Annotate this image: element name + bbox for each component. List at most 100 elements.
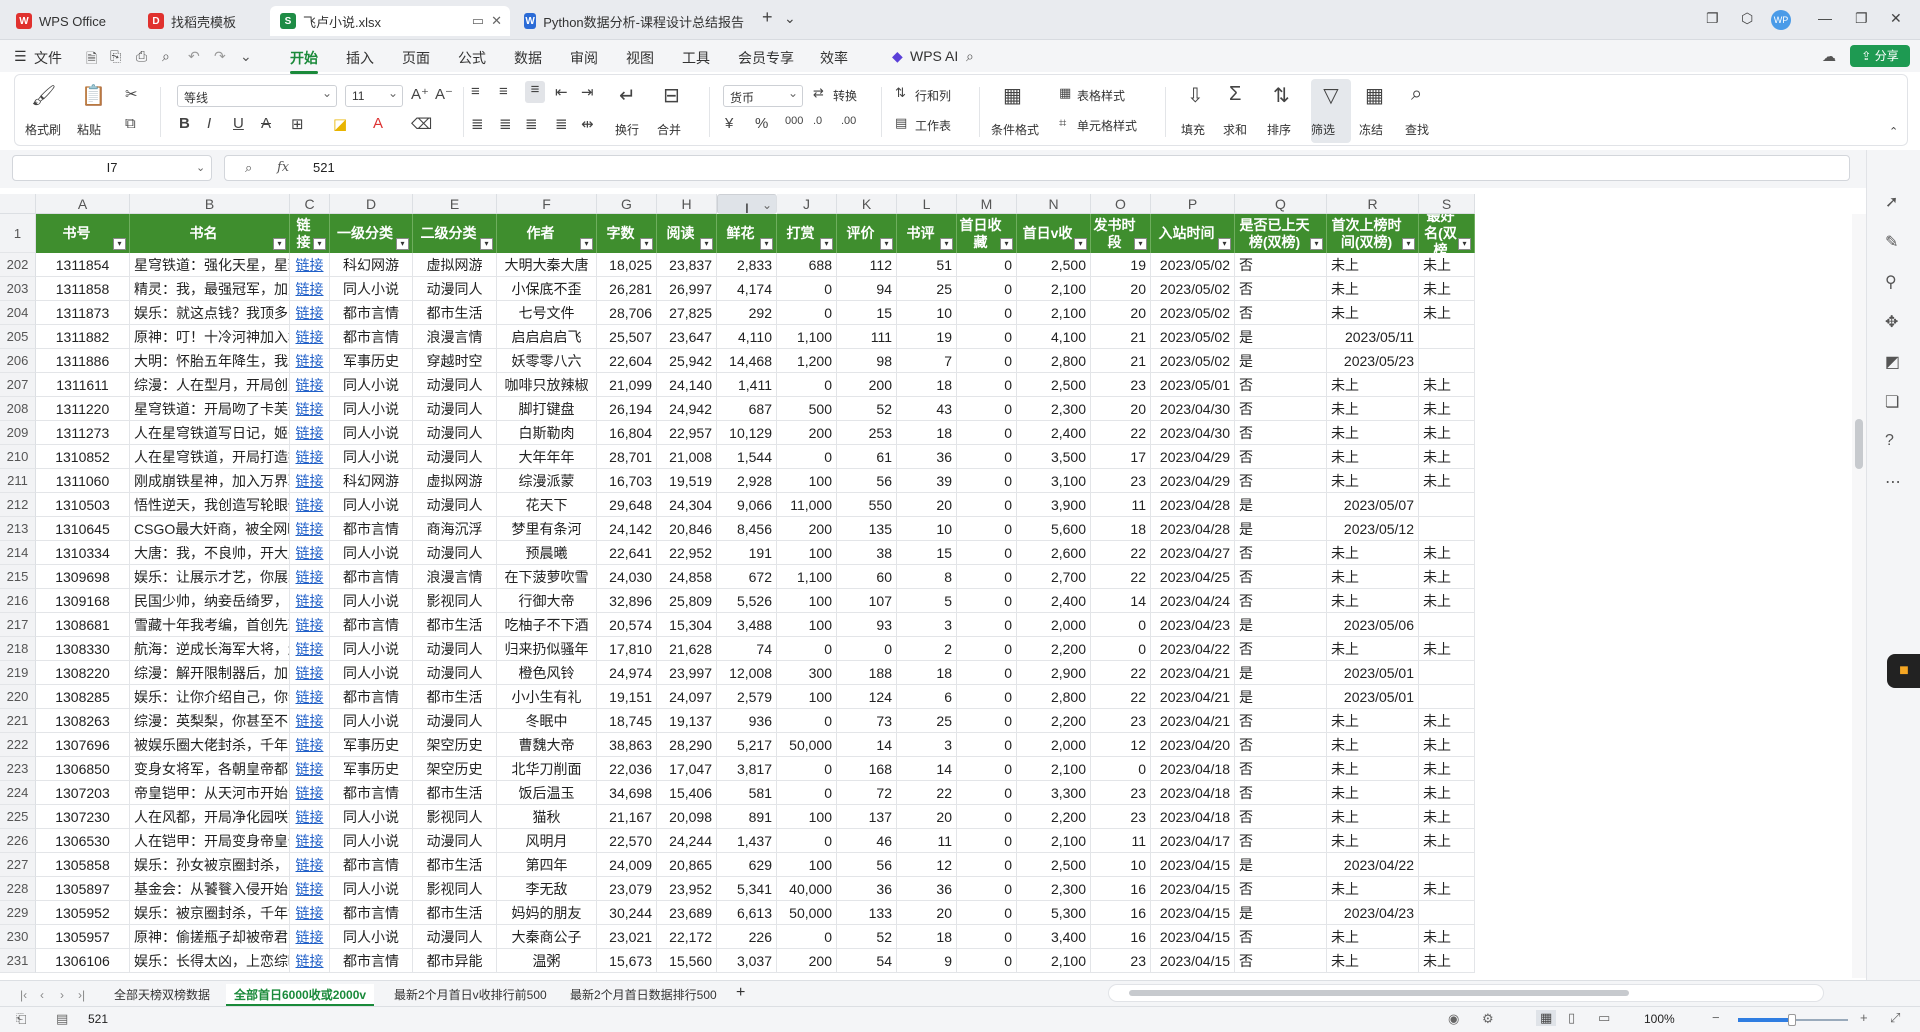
table-cell[interactable]: 34,698 — [597, 781, 657, 805]
sum-icon[interactable]: Σ — [1229, 83, 1241, 106]
format-painter-button[interactable]: 格式刷 — [25, 121, 61, 138]
row-header[interactable]: 227 — [0, 853, 36, 877]
table-cell[interactable]: 白斯勒肉 — [497, 421, 597, 445]
table-cell[interactable]: 23 — [1091, 709, 1151, 733]
table-cell[interactable]: 3,300 — [1017, 781, 1091, 805]
search-icon[interactable]: ⌕ — [966, 48, 974, 65]
table-cell[interactable]: 1308330 — [36, 637, 130, 661]
hamburger-icon[interactable]: ☰ — [14, 48, 27, 65]
table-cell[interactable]: 2023/05/01 — [1327, 661, 1419, 685]
table-cell[interactable]: 悟性逆天，我创造写轮眼修炼法 — [130, 493, 290, 517]
row-header[interactable]: 206 — [0, 349, 36, 373]
hyperlink[interactable]: 链接 — [296, 449, 324, 465]
table-cell[interactable]: 0 — [957, 373, 1017, 397]
column-header-i[interactable]: I — [717, 194, 777, 216]
table-cell[interactable]: 未上 — [1327, 829, 1419, 853]
table-cell[interactable]: 135 — [837, 517, 897, 541]
filter-dropdown-icon[interactable]: ▾ — [820, 238, 833, 250]
table-cell[interactable]: 0 — [957, 349, 1017, 373]
table-cell[interactable]: 否 — [1235, 877, 1327, 901]
table-cell[interactable]: 1311886 — [36, 349, 130, 373]
table-cell[interactable]: 0 — [957, 325, 1017, 349]
menu-view[interactable]: 视图 — [626, 48, 654, 68]
table-cell[interactable]: 影视同人 — [413, 589, 497, 613]
align-right-icon[interactable]: ≣ — [525, 115, 538, 133]
table-cell[interactable]: 1307230 — [36, 805, 130, 829]
table-cell[interactable]: 253 — [837, 421, 897, 445]
hyperlink[interactable]: 链接 — [296, 641, 324, 657]
table-cell[interactable]: 2023/04/25 — [1151, 565, 1235, 589]
table-cell[interactable]: 人在星穹铁道写日记，姬子坏掉了 — [130, 421, 290, 445]
table-style-button[interactable]: 表格样式 — [1077, 87, 1125, 104]
table-cell[interactable]: 5,600 — [1017, 517, 1091, 541]
table-cell[interactable]: 3,900 — [1017, 493, 1091, 517]
table-cell[interactable]: 124 — [837, 685, 897, 709]
table-cell[interactable]: 动漫同人 — [413, 925, 497, 949]
menu-file[interactable]: 文件 — [34, 48, 62, 68]
table-cell[interactable]: 39 — [897, 469, 957, 493]
table-cell[interactable]: 23 — [1091, 469, 1151, 493]
table-cell[interactable]: 10 — [897, 517, 957, 541]
table-cell[interactable]: 科幻网游 — [330, 469, 413, 493]
table-cell[interactable]: 18 — [897, 925, 957, 949]
hyperlink[interactable]: 链接 — [296, 521, 324, 537]
table-cell[interactable]: 变身女将军，各朝皇帝都暗恋我 — [130, 757, 290, 781]
wps-ai-icon[interactable]: ◆ — [892, 48, 903, 65]
table-cell[interactable]: 2023/04/21 — [1151, 661, 1235, 685]
hyperlink[interactable]: 链接 — [296, 329, 324, 345]
table-cell[interactable]: 22 — [1091, 565, 1151, 589]
table-cell[interactable]: 都市言情 — [330, 901, 413, 925]
table-cell[interactable]: 19,137 — [657, 709, 717, 733]
hyperlink[interactable]: 链接 — [296, 689, 324, 705]
table-cell[interactable]: 否 — [1235, 733, 1327, 757]
table-cell[interactable]: 否 — [1235, 397, 1327, 421]
table-cell[interactable]: 咖啡只放辣椒 — [497, 373, 597, 397]
table-cell[interactable]: 同人小说 — [330, 277, 413, 301]
conditional-format-button[interactable]: 条件格式 — [991, 121, 1039, 138]
table-cell[interactable]: 30,244 — [597, 901, 657, 925]
row-header[interactable]: 210 — [0, 445, 36, 469]
table-cell[interactable]: 2023/04/17 — [1151, 829, 1235, 853]
table-cell[interactable]: 0 — [957, 517, 1017, 541]
table-cell[interactable]: 19 — [897, 325, 957, 349]
table-cell[interactable]: 0 — [777, 373, 837, 397]
zoom-formula-icon[interactable]: ⌕ — [245, 156, 252, 180]
table-cell[interactable]: 11,000 — [777, 493, 837, 517]
table-cell[interactable]: 否 — [1235, 277, 1327, 301]
table-cell[interactable]: 未上 — [1327, 541, 1419, 565]
print-icon[interactable]: ⎙ — [136, 48, 147, 65]
table-cell[interactable]: 2023/05/02 — [1151, 349, 1235, 373]
zoom-slider[interactable] — [1738, 1014, 1848, 1026]
table-cell[interactable]: 同人小说 — [330, 661, 413, 685]
table-cell[interactable]: 2023/05/23 — [1327, 349, 1419, 373]
table-cell[interactable]: 娱乐：孙女被京圈封杀，家族被曝 — [130, 853, 290, 877]
column-header-g[interactable]: G — [597, 194, 657, 214]
fx-icon[interactable]: fx — [277, 156, 289, 180]
table-cell[interactable]: 未上 — [1327, 253, 1419, 277]
table-cell[interactable]: 人在铠甲：开局变身帝皇侠! — [130, 829, 290, 853]
table-cell[interactable]: 是 — [1235, 349, 1327, 373]
avatar[interactable]: WP — [1771, 10, 1791, 30]
header-cell[interactable]: 是否已上天榜(双榜) ▾ — [1235, 214, 1327, 253]
table-cell[interactable]: 1307203 — [36, 781, 130, 805]
table-cell[interactable]: 启启启启飞 — [497, 325, 597, 349]
table-cell[interactable]: 动漫同人 — [413, 637, 497, 661]
table-cell[interactable]: 1309168 — [36, 589, 130, 613]
table-cell[interactable]: 预晨曦 — [497, 541, 597, 565]
filter-dropdown-icon[interactable]: ▾ — [1134, 238, 1147, 250]
table-cell[interactable]: 629 — [717, 853, 777, 877]
table-cell[interactable]: 1,100 — [777, 565, 837, 589]
fullscreen-icon[interactable]: ⤢ — [1890, 1010, 1900, 1026]
table-cell[interactable]: 688 — [777, 253, 837, 277]
table-cell[interactable]: 妈妈的朋友 — [497, 901, 597, 925]
table-cell[interactable]: 6 — [897, 685, 957, 709]
hyperlink[interactable]: 链接 — [296, 473, 324, 489]
table-cell[interactable]: 21,167 — [597, 805, 657, 829]
table-cell[interactable]: 未上 — [1419, 829, 1475, 853]
link-cell[interactable]: 链接 — [290, 517, 330, 541]
link-cell[interactable]: 链接 — [290, 901, 330, 925]
table-cell[interactable]: 七号文件 — [497, 301, 597, 325]
table-cell[interactable]: 被娱乐圈大佬封杀，千年家族现世 — [130, 733, 290, 757]
link-cell[interactable]: 链接 — [290, 613, 330, 637]
table-cell[interactable] — [1419, 325, 1475, 349]
